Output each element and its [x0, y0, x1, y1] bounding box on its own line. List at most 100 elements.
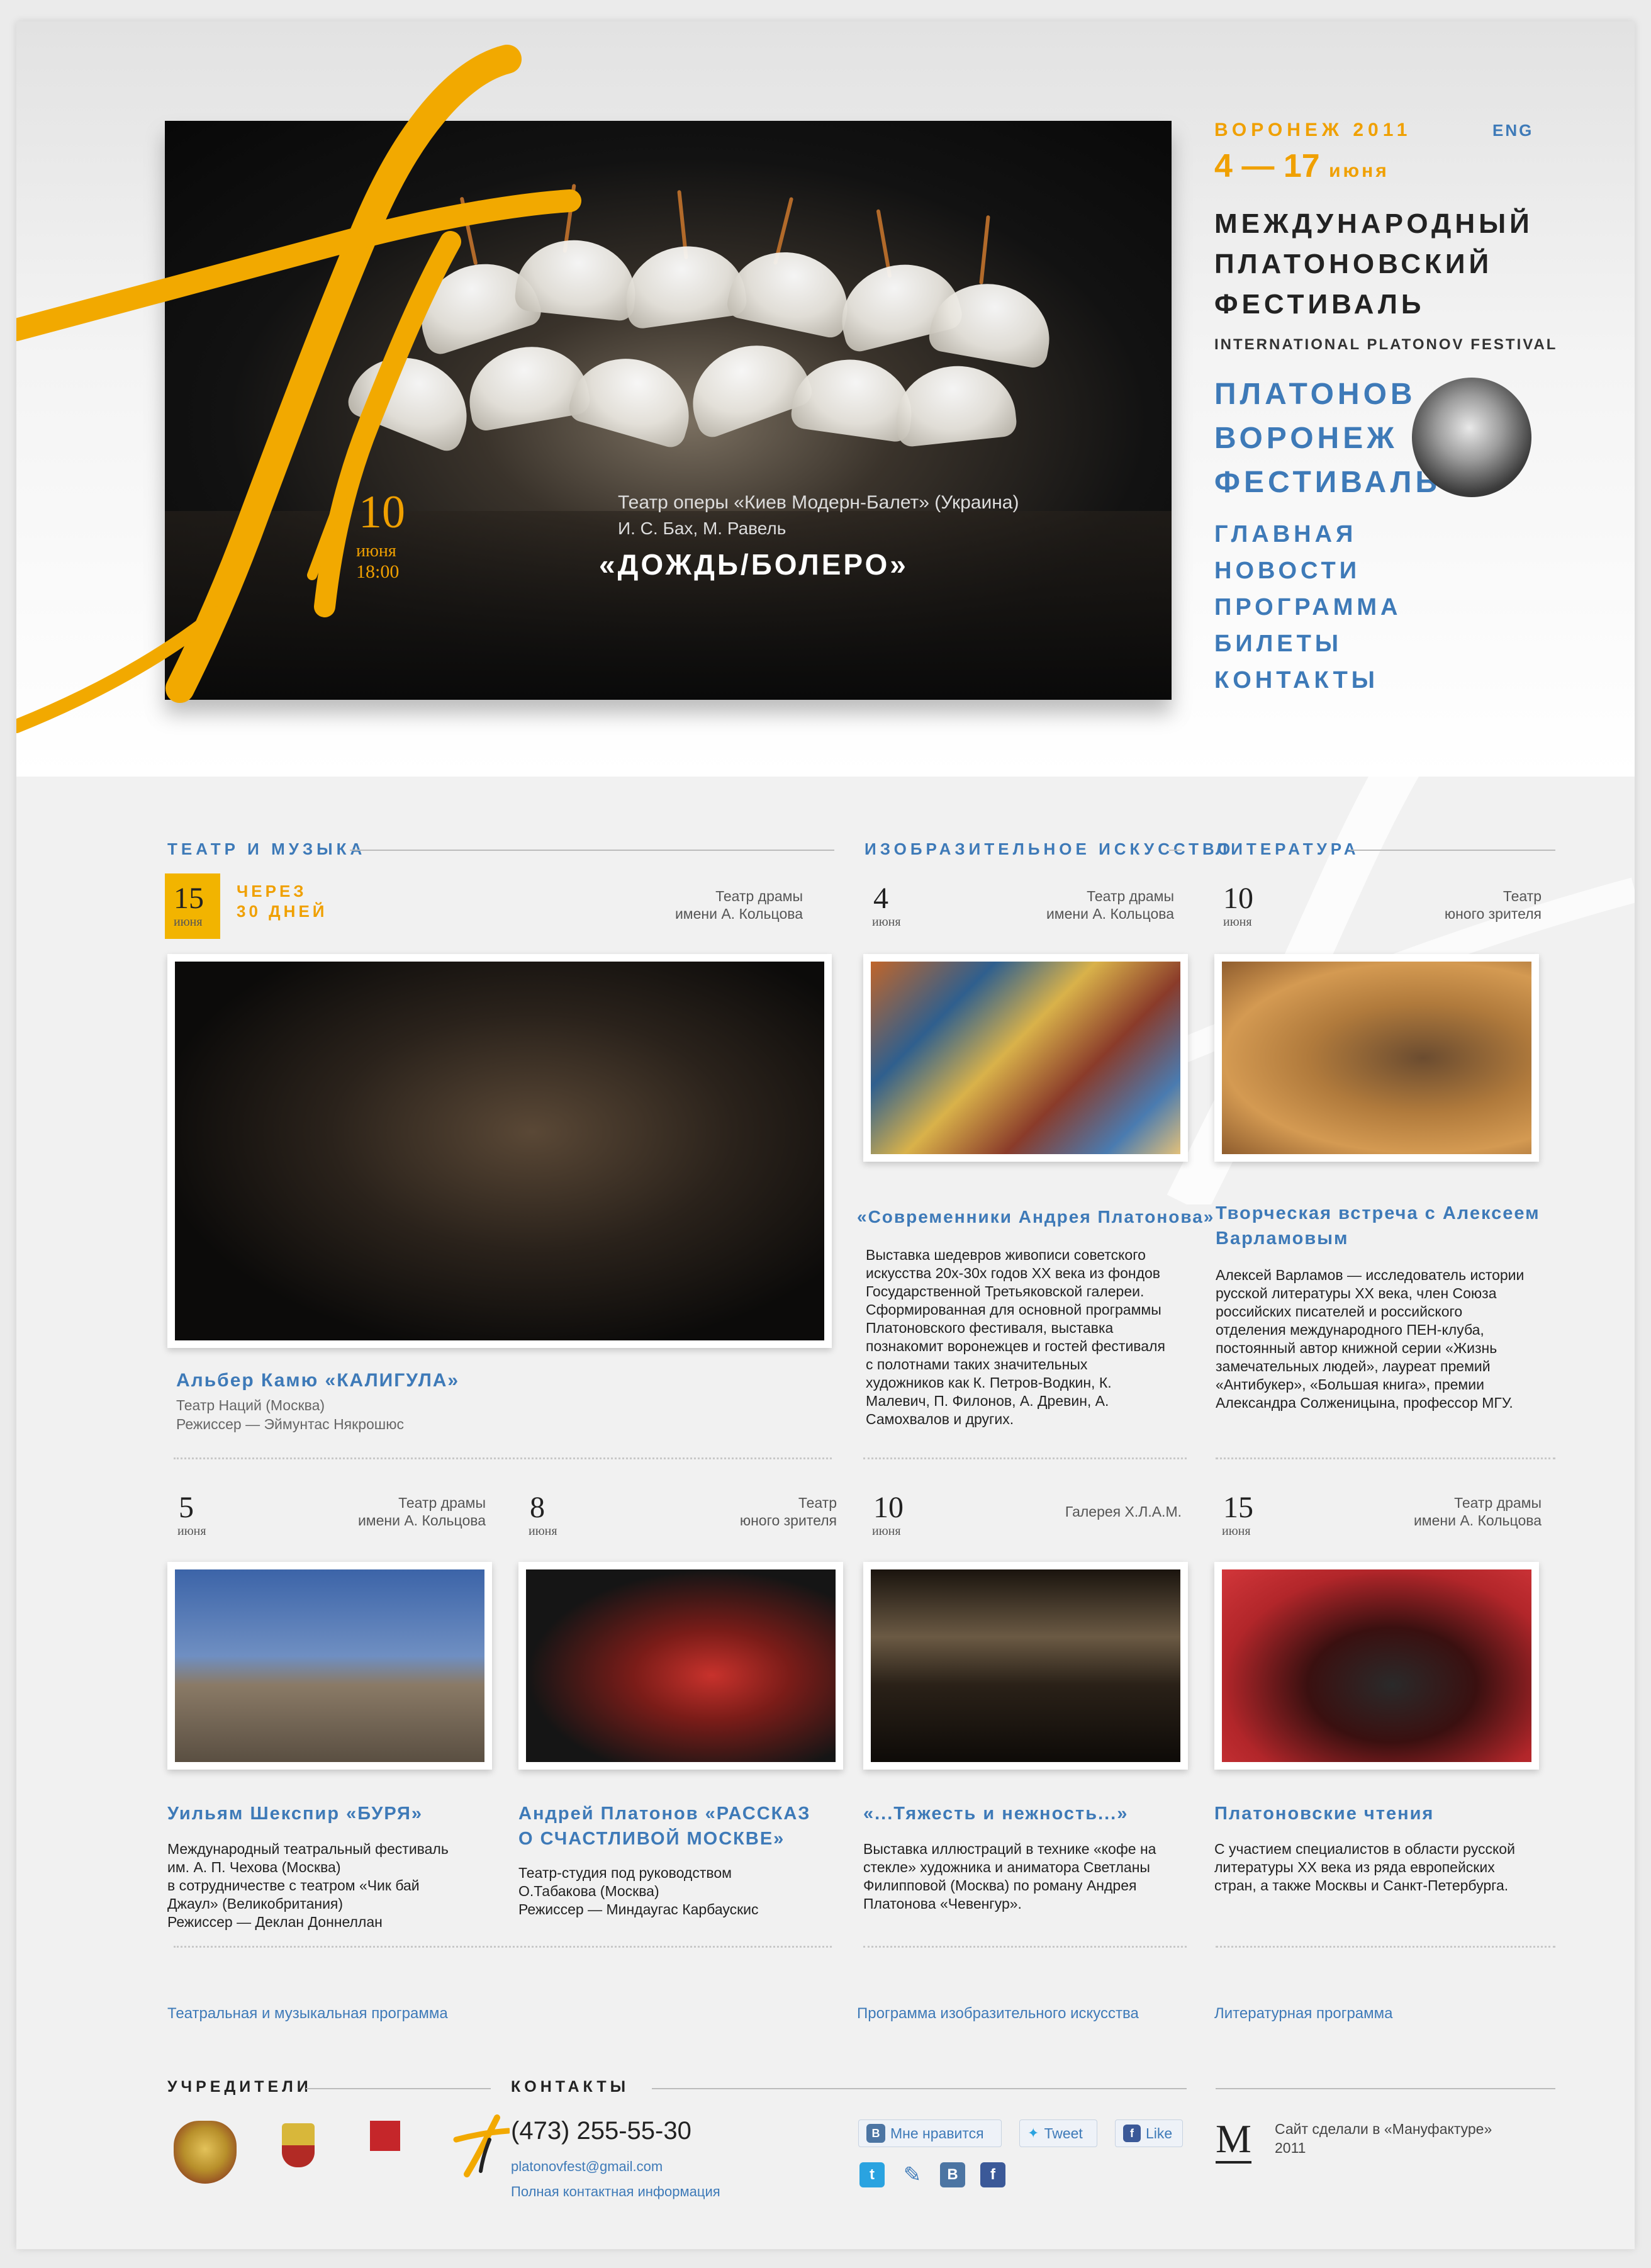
nav-tickets[interactable]: БИЛЕТЫ	[1214, 626, 1401, 662]
city-coat-of-arms-icon[interactable]	[282, 2123, 315, 2167]
section-rule	[652, 2088, 1187, 2089]
event-card: 10 июня Галерея Х.Л.А.М. «...Тяжесть и н…	[863, 1490, 1190, 1956]
divider	[1216, 1457, 1555, 1459]
event-card: 5 июня Театр драмы имени А. Кольцова Уил…	[167, 1490, 495, 1956]
desc-line: Государственной Третьяковской галереи.	[866, 1283, 1145, 1300]
literature-title[interactable]: Творческая встреча с Алексеем Варламовым	[1216, 1201, 1540, 1251]
event-month: июня	[872, 915, 901, 929]
nav-news[interactable]: НОВОСТИ	[1214, 553, 1401, 589]
site-credit-year: 2011	[1275, 2140, 1306, 2156]
nav-contacts[interactable]: КОНТАКТЫ	[1214, 662, 1401, 699]
desc-line: стекле» художника и аниматора Светланы	[863, 1859, 1150, 1875]
event-day: 10	[1223, 882, 1253, 915]
twitter-icon[interactable]: t	[859, 2162, 885, 2187]
desc-line: стран, а также Москвы и Санкт-Петербурга…	[1214, 1877, 1509, 1894]
tweet-button[interactable]: ✦ Tweet	[1019, 2119, 1097, 2147]
event-venue: Театр юного зрителя	[644, 1494, 837, 1529]
event-card: 8 июня Театр юного зрителя Андрей Платон…	[518, 1490, 846, 1956]
festival-link[interactable]: ФЕСТИВАЛЬ	[1214, 461, 1441, 505]
venue-line: имени А. Кольцова	[1413, 1512, 1542, 1529]
nav-home[interactable]: ГЛАВНАЯ	[1214, 516, 1401, 553]
event-photo[interactable]	[518, 1562, 843, 1770]
event-day: 10	[873, 1491, 904, 1524]
vk-icon: B	[866, 2124, 885, 2143]
desc-line: замечательных людей», лауреат премий	[1216, 1358, 1491, 1374]
divider	[863, 1946, 1187, 1948]
event-title[interactable]: Андрей Платонов «РАССКАЗ О СЧАСТЛИВОЙ МО…	[518, 1801, 810, 1851]
hero-title[interactable]: «ДОЖДЬ/БОЛЕРО»	[599, 547, 909, 581]
featured-photo[interactable]	[167, 954, 832, 1348]
vk-icon[interactable]: B	[940, 2162, 965, 2187]
desc-line: Алексей Варламов — исследователь истории	[1216, 1267, 1525, 1283]
event-day: 15	[174, 882, 204, 915]
desc-line: с полотнами таких значительных	[866, 1356, 1088, 1373]
section-rule	[306, 2088, 491, 2089]
event-title[interactable]: Платоновские чтения	[1214, 1801, 1434, 1826]
platonov-links: ПЛАТОНОВ ВОРОНЕЖ ФЕСТИВАЛЬ	[1214, 373, 1441, 505]
event-day: 8	[530, 1491, 545, 1524]
theatre-program-link[interactable]: Театральная и музыкальная программа	[167, 2005, 448, 2023]
contacts-heading: КОНТАКТЫ	[511, 2078, 630, 2096]
desc-line: Филипповой (Москва) по роману Андрея	[863, 1877, 1137, 1894]
desc-line: русской литературы XX века, член Союза	[1216, 1285, 1497, 1301]
desc-line: Самохвалов и других.	[866, 1411, 1014, 1427]
venue-line: Театр драмы	[1087, 888, 1174, 904]
language-switch[interactable]: ENG	[1492, 121, 1533, 140]
title-line: Варламовым	[1216, 1228, 1349, 1249]
platonov-portrait[interactable]	[1412, 378, 1531, 497]
festival-logo-strokes[interactable]	[16, 34, 583, 745]
event-photo[interactable]	[167, 1562, 492, 1770]
culture-ministry-logo-icon[interactable]	[370, 2121, 400, 2151]
photo-image	[871, 1569, 1180, 1762]
event-month: июня	[177, 1524, 206, 1538]
art-program-link[interactable]: Программа изобразительного искусства	[857, 2005, 1139, 2023]
countdown-line: 30 ДНЕЙ	[237, 902, 328, 921]
title-line: Андрей Платонов «РАССКАЗ	[518, 1804, 811, 1824]
art-title[interactable]: «Современники Андрея Платонова»	[857, 1204, 1214, 1230]
platonov-link[interactable]: ПЛАТОНОВ	[1214, 373, 1441, 417]
event-month: июня	[529, 1524, 557, 1538]
literature-program-link[interactable]: Литературная программа	[1214, 2005, 1393, 2023]
section-rule	[350, 850, 834, 851]
nav-program[interactable]: ПРОГРАММА	[1214, 589, 1401, 626]
event-month: июня	[1222, 1524, 1251, 1538]
desc-line: С участием специалистов в области русско…	[1214, 1841, 1515, 1857]
event-title[interactable]: «...Тяжесть и нежность...»	[863, 1801, 1128, 1826]
region-coat-of-arms-icon[interactable]	[174, 2121, 237, 2184]
event-month: июня	[1223, 915, 1252, 929]
festival-name-line: ФЕСТИВАЛЬ	[1214, 289, 1425, 320]
voronezh-link[interactable]: ВОРОНЕЖ	[1214, 417, 1441, 461]
festival-name-line: МЕЖДУНАРОДНЫЙ	[1214, 208, 1533, 239]
photo-image	[871, 962, 1180, 1154]
desc-line: Малевич, П. Филонов, А. Древин, А.	[866, 1393, 1109, 1409]
desc-line: Платонова «Чевенгур».	[863, 1895, 1022, 1912]
festival-mini-logo-icon[interactable]	[453, 2114, 510, 2177]
facebook-icon[interactable]: f	[980, 2162, 1005, 2187]
festival-city-year: ВОРОНЕЖ 2011	[1214, 120, 1412, 140]
festival-name-english: INTERNATIONAL PLATONOV FESTIVAL	[1214, 336, 1558, 353]
section-theatre-heading[interactable]: ТЕАТР И МУЗЫКА	[167, 839, 366, 859]
event-day: 4	[873, 882, 888, 915]
full-contacts-link[interactable]: Полная контактная информация	[511, 2184, 720, 2200]
vk-like-button[interactable]: B Мне нравится	[858, 2119, 1002, 2147]
photo-image	[526, 1569, 836, 1762]
event-venue: Галерея Х.Л.А.М.	[989, 1503, 1182, 1520]
desc-line: Джаул» (Великобритания)	[167, 1895, 344, 1912]
event-photo[interactable]	[863, 1562, 1188, 1770]
literature-photo[interactable]	[1214, 954, 1539, 1162]
section-literature-heading[interactable]: ЛИТЕРАТУРА	[1216, 839, 1360, 859]
livejournal-icon[interactable]: ✎	[900, 2162, 925, 2187]
event-title[interactable]: Уильям Шекспир «БУРЯ»	[167, 1801, 423, 1826]
featured-title[interactable]: Альбер Камю «КАЛИГУЛА»	[176, 1368, 459, 1393]
divider	[174, 1946, 832, 1948]
art-photo[interactable]	[863, 954, 1188, 1162]
facebook-like-button[interactable]: f Like	[1115, 2119, 1183, 2147]
event-photo[interactable]	[1214, 1562, 1539, 1770]
hero-company: Театр оперы «Киев Модерн-Балет» (Украина…	[618, 492, 1019, 513]
site-credit[interactable]: Сайт сделали в «Мануфактуре»	[1275, 2121, 1492, 2138]
desc-line: в сотрудничестве с театром «Чик бай	[167, 1877, 420, 1894]
desc-line: им. А. П. Чехова (Москва)	[167, 1859, 341, 1875]
contact-email[interactable]: platonovfest@gmail.com	[511, 2159, 663, 2175]
manufactura-logo-icon[interactable]: М	[1216, 2117, 1251, 2164]
contact-phone[interactable]: (473) 255-55-30	[511, 2117, 691, 2145]
